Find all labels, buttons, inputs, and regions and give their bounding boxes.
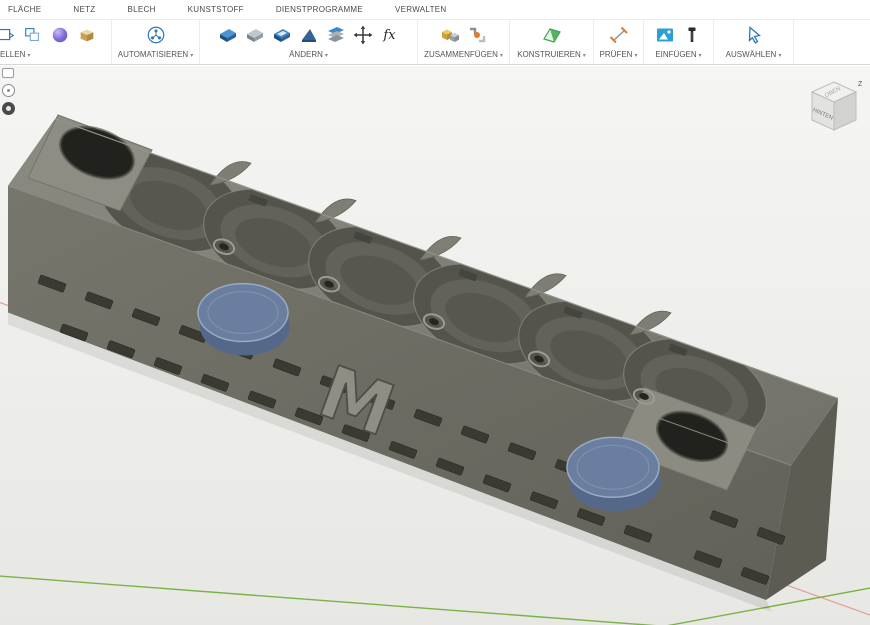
toolbar-group-pruefen: PRÜFEN▾ (594, 20, 644, 64)
chevron-down-icon: ▾ (500, 53, 503, 59)
fx-label: fx (383, 28, 395, 43)
automate-icon[interactable] (145, 25, 167, 45)
overlay-dot-icon[interactable] (2, 102, 15, 115)
model-body[interactable]: M (8, 115, 838, 612)
disc-1-top[interactable] (198, 284, 288, 342)
konstruieren-dropdown[interactable]: KONSTRUIEREN▾ (517, 50, 586, 59)
form-tool-icon[interactable] (22, 25, 44, 45)
erstellen-label: ELLEN (0, 50, 25, 59)
fillet-icon[interactable] (244, 25, 266, 45)
auswaehlen-dropdown[interactable]: AUSWÄHLEN▾ (726, 50, 782, 59)
axis-z-label: Z (858, 81, 863, 88)
tab-kunststoff[interactable]: KUNSTSTOFF (188, 5, 244, 14)
overlay-circle-icon[interactable] (2, 84, 15, 97)
tab-flaeche[interactable]: FLÄCHE (8, 5, 41, 14)
toolbar-group-konstruieren: KONSTRUIEREN▾ (510, 20, 594, 64)
aendern-label: ÄNDERN (289, 50, 323, 59)
draft-icon[interactable] (298, 25, 320, 45)
axis-line-green-left (0, 576, 660, 625)
measure-icon[interactable] (608, 25, 630, 45)
tab-dienstprogramme[interactable]: DIENSTPROGRAMME (276, 5, 363, 14)
chevron-down-icon: ▾ (325, 53, 328, 59)
tab-blech[interactable]: BLECH (127, 5, 155, 14)
zusammenfuegen-label: ZUSAMMENFÜGEN (424, 50, 498, 59)
konstruieren-label: KONSTRUIEREN (517, 50, 581, 59)
press-pull-icon[interactable] (217, 25, 239, 45)
model-scene: M (0, 66, 870, 625)
shell-icon[interactable] (271, 25, 293, 45)
chevron-down-icon: ▾ (699, 53, 702, 59)
fastener-icon[interactable] (681, 25, 703, 45)
tab-netz[interactable]: NETZ (73, 5, 95, 14)
aendern-dropdown[interactable]: ÄNDERN▾ (289, 50, 328, 59)
toolbar-group-zusammenfuegen: ZUSAMMENFÜGEN▾ (418, 20, 510, 64)
einfuegen-label: EINFÜGEN (655, 50, 696, 59)
zusammenfuegen-dropdown[interactable]: ZUSAMMENFÜGEN▾ (424, 50, 503, 59)
toolbar-group-aendern: fx ÄNDERN▾ (200, 20, 418, 64)
pruefen-dropdown[interactable]: PRÜFEN▾ (600, 50, 638, 59)
fusion-window: FLÄCHE NETZ BLECH KUNSTSTOFF DIENSTPROGR… (0, 0, 870, 625)
toolbar-group-automatisieren: AUTOMATISIEREN▾ (112, 20, 200, 64)
main-toolbar: ELLEN▾ AUTOMATISIEREN▾ (0, 20, 870, 65)
erstellen-dropdown[interactable]: ELLEN▾ (0, 50, 30, 59)
create-tool-icon[interactable] (0, 25, 17, 45)
assemble-icon[interactable] (439, 25, 461, 45)
auswaehlen-label: AUSWÄHLEN (726, 50, 777, 59)
toolbar-group-einfuegen: EINFÜGEN▾ (644, 20, 714, 64)
chevron-down-icon: ▾ (583, 53, 586, 59)
tab-verwalten[interactable]: VERWALTEN (395, 5, 446, 14)
joint-icon[interactable] (466, 25, 488, 45)
pruefen-label: PRÜFEN (600, 50, 633, 59)
construction-plane-icon[interactable] (541, 25, 563, 45)
toolbar-spacer (794, 20, 870, 64)
disc-2-top[interactable] (567, 437, 659, 497)
disc-component-1[interactable] (198, 284, 290, 356)
view-cube[interactable]: Z OBEN HINTEN (802, 76, 866, 142)
chevron-down-icon: ▾ (778, 53, 781, 59)
move-icon[interactable] (352, 25, 374, 45)
automatisieren-label: AUTOMATISIEREN (118, 50, 188, 59)
box-icon[interactable] (76, 25, 98, 45)
viewport-canvas[interactable]: M Z OBEN HINTEN (0, 66, 870, 625)
einfuegen-dropdown[interactable]: EINFÜGEN▾ (655, 50, 701, 59)
chevron-down-icon: ▾ (634, 53, 637, 59)
sphere-icon[interactable] (49, 25, 71, 45)
overlay-square-icon[interactable] (2, 68, 14, 78)
automatisieren-dropdown[interactable]: AUTOMATISIEREN▾ (118, 50, 193, 59)
toolbar-group-erstellen: ELLEN▾ (0, 20, 112, 64)
disc-component-2[interactable] (567, 437, 661, 511)
select-cursor-icon[interactable] (743, 25, 765, 45)
chevron-down-icon: ▾ (27, 53, 30, 59)
chevron-down-icon: ▾ (190, 53, 193, 59)
split-icon[interactable] (325, 25, 347, 45)
toolbar-group-auswaehlen: AUSWÄHLEN▾ (714, 20, 794, 64)
insert-canvas-icon[interactable] (654, 25, 676, 45)
fx-parameters-icon[interactable]: fx (379, 25, 401, 45)
toolbar-tab-strip: FLÄCHE NETZ BLECH KUNSTSTOFF DIENSTPROGR… (0, 0, 870, 20)
